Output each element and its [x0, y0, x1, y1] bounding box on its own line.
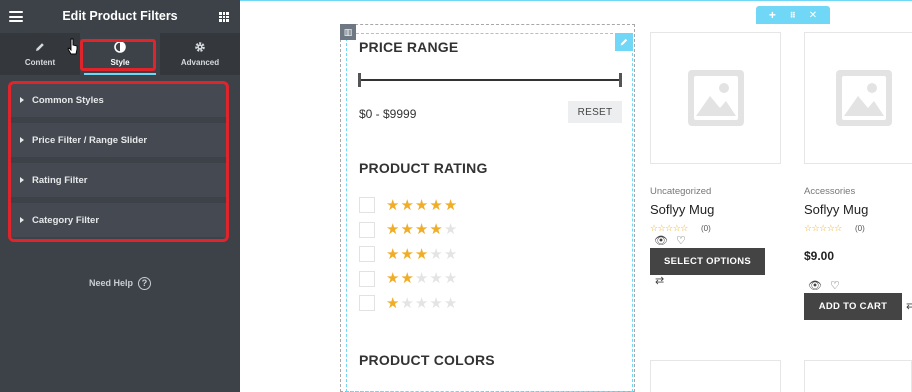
product-name[interactable]: Soflyy Mug: [804, 202, 868, 217]
panel-title: Edit Product Filters: [62, 9, 178, 23]
product-rating-stars: ☆☆☆☆☆: [650, 223, 688, 233]
add-icon[interactable]: +: [769, 8, 776, 22]
panel-header: Edit Product Filters: [0, 0, 240, 33]
product-rating-stars: ☆☆☆☆☆: [804, 223, 842, 233]
rating-checkbox[interactable]: [359, 197, 375, 213]
rating-option-1[interactable]: ★ ★ ★ ★ ★: [359, 294, 458, 312]
star-icon: ★: [443, 245, 458, 263]
drag-handle-icon[interactable]: ⠿: [790, 11, 796, 20]
reset-button[interactable]: RESET: [568, 101, 622, 123]
style-tab-highlight: [80, 39, 156, 71]
price-range-track[interactable]: [359, 79, 621, 81]
star-icon: ★: [443, 221, 458, 238]
image-placeholder-icon: [836, 70, 892, 126]
product-actions: 👁 ♡: [808, 279, 840, 292]
star-icon: ★: [429, 245, 443, 263]
product-category[interactable]: Uncategorized: [650, 186, 711, 197]
star-icon: ★: [386, 196, 400, 214]
tab-content-label: Content: [24, 58, 56, 67]
rating-option-3[interactable]: ★ ★ ★ ★ ★: [359, 245, 458, 263]
product-image[interactable]: [650, 32, 781, 164]
star-icon: ★: [414, 221, 429, 238]
price-max-handle[interactable]: [619, 73, 622, 87]
section-handle[interactable]: + ⠿ ✕: [756, 6, 830, 24]
product-rating-count: (0): [855, 224, 865, 233]
select-options-button[interactable]: SELECT OPTIONS: [650, 248, 765, 275]
column-handle-icon[interactable]: ▥: [340, 24, 356, 40]
wishlist-heart-icon[interactable]: ♡: [676, 234, 686, 247]
need-help-link[interactable]: Need Help?: [0, 277, 240, 290]
compare-icon[interactable]: ⇄: [906, 299, 912, 312]
product-actions: 👁 ♡: [654, 234, 686, 247]
star-icon: ★: [429, 270, 443, 287]
star-icon: ★: [429, 294, 443, 312]
quick-view-eye-icon[interactable]: 👁: [808, 279, 822, 292]
rating-checkbox[interactable]: [359, 270, 375, 287]
quick-view-eye-icon[interactable]: 👁: [654, 234, 668, 247]
star-icon: ★: [400, 221, 414, 238]
editor-panel: Edit Product Filters Content Style Advan…: [0, 0, 240, 392]
star-icon: ★: [414, 294, 429, 312]
star-icon: ★: [386, 270, 400, 287]
rating-option-4[interactable]: ★ ★ ★ ★ ★: [359, 221, 458, 239]
star-icon: ★: [400, 270, 414, 287]
star-icon: ★: [414, 270, 429, 287]
wishlist-heart-icon[interactable]: ♡: [830, 279, 840, 292]
price-min-handle[interactable]: [358, 73, 361, 87]
product-price: $9.00: [804, 249, 835, 263]
sections-highlight: [8, 81, 229, 242]
price-range-title: PRICE RANGE: [359, 39, 459, 55]
star-icon: ★: [443, 196, 458, 214]
star-icon: ★: [443, 270, 458, 287]
rating-checkbox[interactable]: [359, 295, 375, 311]
star-icon: ★: [443, 294, 458, 312]
editor-root: Edit Product Filters Content Style Advan…: [0, 0, 912, 392]
edit-widget-pencil-icon[interactable]: [615, 33, 633, 51]
product-name[interactable]: Soflyy Mug: [650, 202, 714, 217]
star-icon: ★: [386, 221, 400, 238]
price-range-value: $0 - $9999: [359, 107, 417, 121]
product-image[interactable]: [804, 360, 912, 392]
question-icon: ?: [138, 277, 151, 290]
star-icon: ★: [414, 196, 429, 214]
preview-canvas: + ⠿ ✕ ▥ PRICE RANGE $0 - $9999 RESET PRO…: [240, 0, 912, 392]
product-rating-count: (0): [701, 224, 711, 233]
rating-checkbox[interactable]: [359, 246, 375, 262]
star-icon: ★: [414, 245, 429, 263]
rating-checkbox[interactable]: [359, 221, 375, 238]
widgets-grid-icon[interactable]: [219, 12, 229, 22]
pencil-icon: [36, 43, 44, 51]
gear-icon: [195, 42, 205, 52]
mouse-cursor-icon: [67, 38, 78, 55]
star-icon: ★: [400, 196, 414, 214]
product-image[interactable]: [804, 32, 912, 164]
star-icon: ★: [400, 245, 414, 263]
tab-advanced[interactable]: Advanced: [160, 33, 240, 75]
rating-option-5[interactable]: ★ ★ ★ ★ ★: [359, 196, 458, 214]
star-icon: ★: [386, 245, 400, 263]
product-image[interactable]: [650, 360, 781, 392]
image-placeholder-icon: [687, 70, 744, 126]
star-icon: ★: [429, 221, 443, 238]
close-icon[interactable]: ✕: [809, 10, 817, 21]
product-rating-title: PRODUCT RATING: [359, 160, 488, 176]
rating-option-2[interactable]: ★ ★ ★ ★ ★: [359, 270, 458, 288]
star-icon: ★: [386, 294, 400, 312]
add-to-cart-button[interactable]: ADD TO CART: [804, 293, 902, 320]
need-help-label: Need Help: [88, 277, 133, 288]
section-top-border: [240, 0, 912, 1]
tab-advanced-label: Advanced: [180, 58, 220, 67]
star-icon: ★: [429, 196, 443, 214]
compare-icon[interactable]: ⇄: [655, 274, 664, 287]
star-icon: ★: [400, 294, 414, 312]
product-category[interactable]: Accessories: [804, 186, 855, 197]
product-colors-title: PRODUCT COLORS: [359, 352, 495, 368]
